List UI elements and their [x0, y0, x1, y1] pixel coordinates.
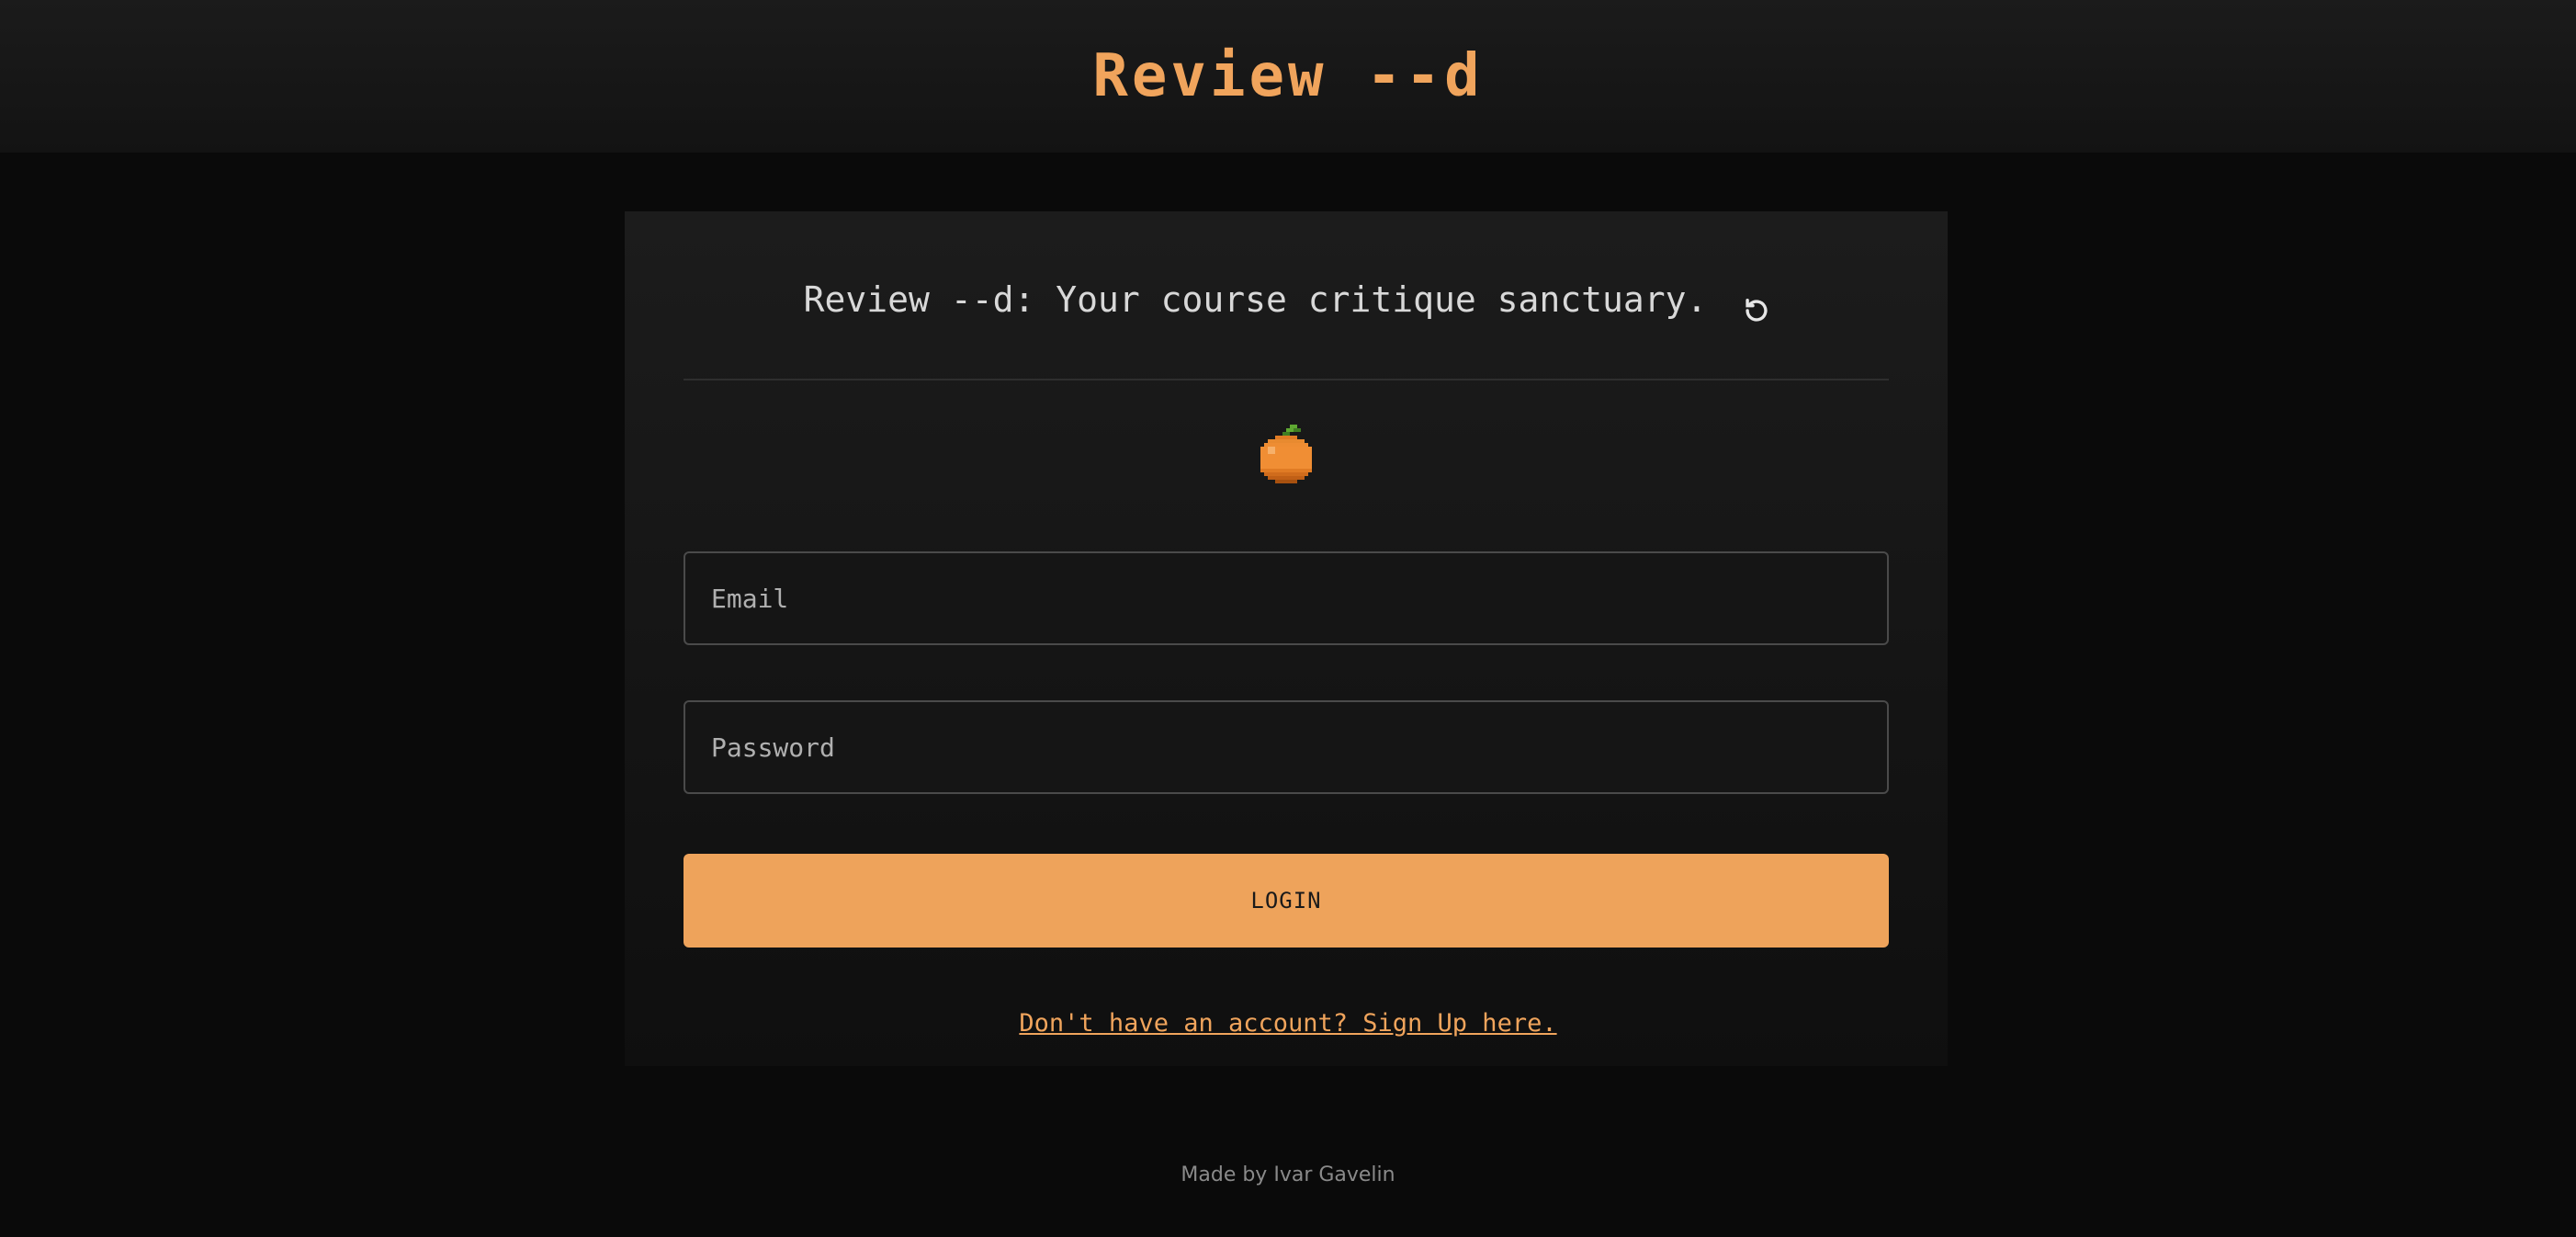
orange-fruit-icon	[1257, 425, 1316, 491]
refresh-icon[interactable]	[1741, 287, 1772, 322]
divider	[684, 379, 1889, 380]
password-field[interactable]	[684, 700, 1889, 794]
tagline-text: Review --d: Your course critique sanctua…	[803, 279, 1708, 320]
top-header: Review --d	[0, 0, 2576, 153]
tagline: Review --d: Your course critique sanctua…	[0, 272, 2576, 327]
email-field[interactable]	[684, 551, 1889, 645]
signup-row: Don't have an account? Sign Up here.	[0, 1005, 2576, 1042]
signup-link[interactable]: Don't have an account? Sign Up here.	[1019, 1009, 1556, 1038]
brand-title: Review --d	[1092, 42, 1484, 110]
login-button[interactable]: LOGIN	[684, 854, 1889, 948]
footer-credit: Made by Ivar Gavelin	[1181, 1163, 1395, 1186]
